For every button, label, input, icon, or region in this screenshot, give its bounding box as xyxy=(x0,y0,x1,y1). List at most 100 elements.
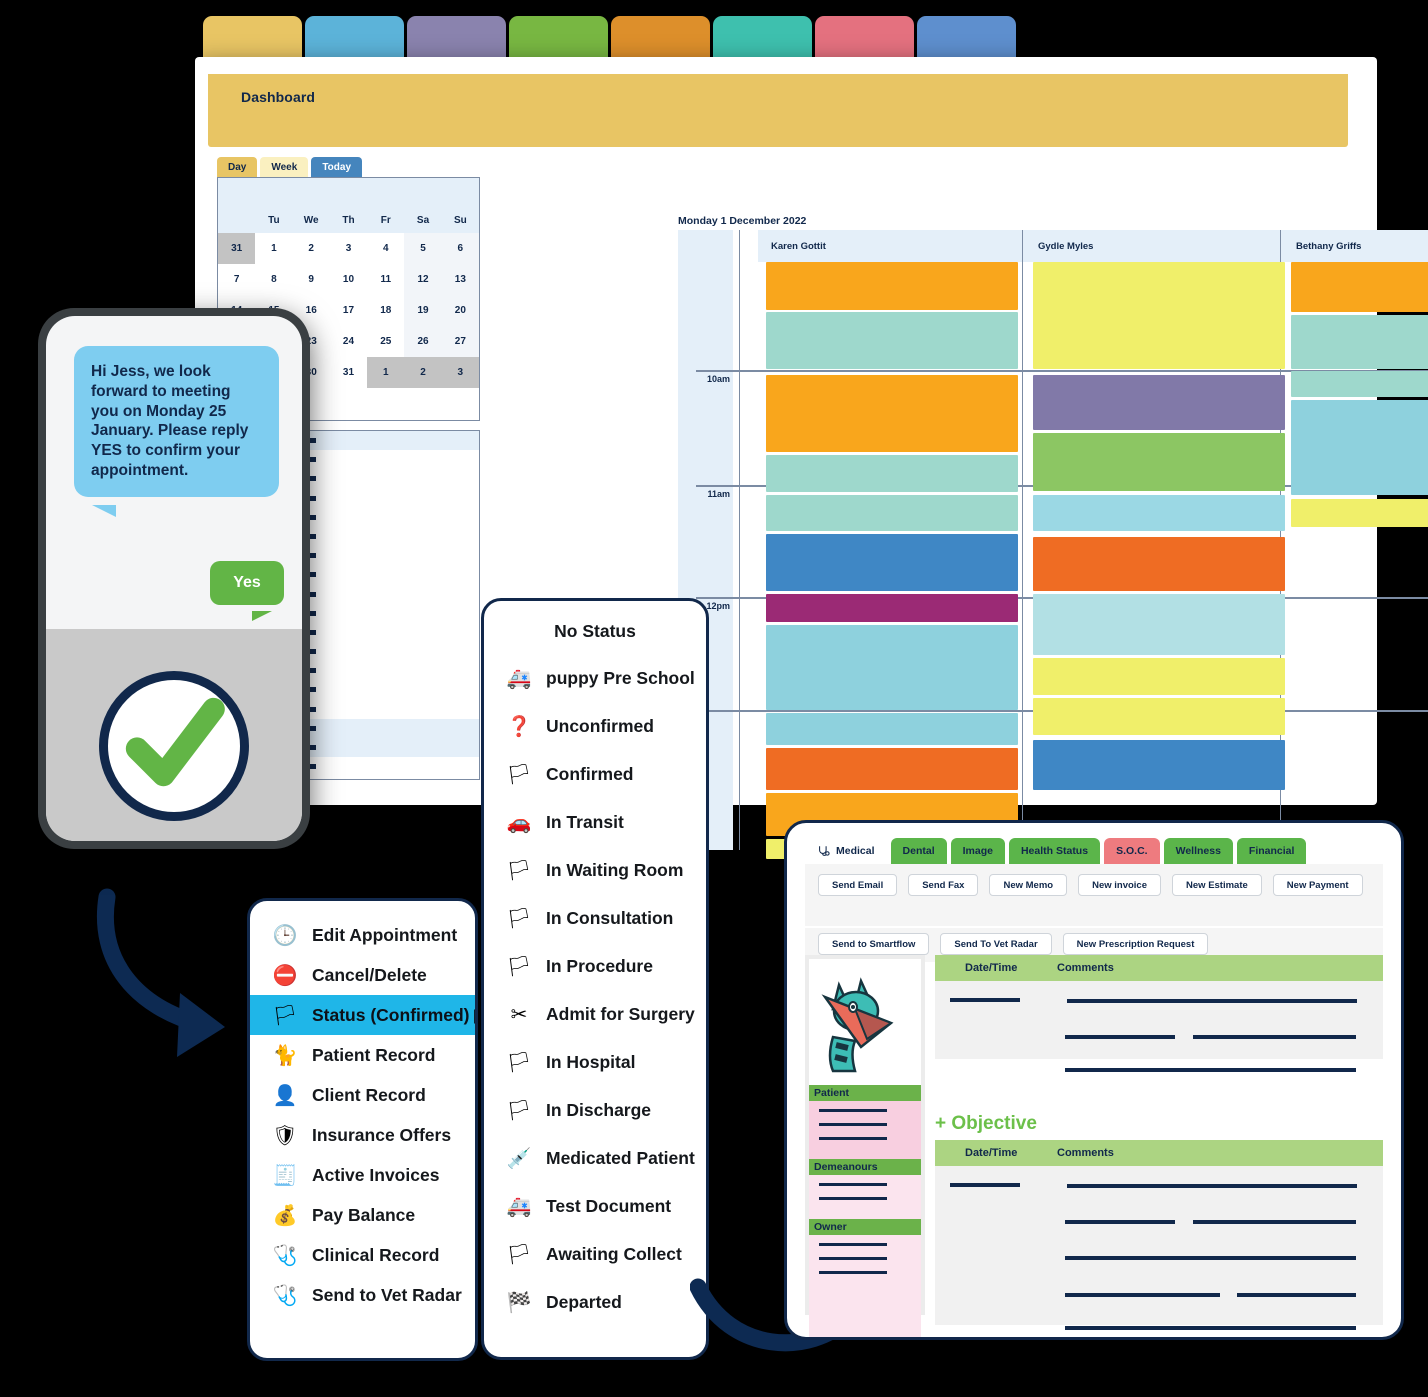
appointment-block[interactable] xyxy=(1033,433,1285,491)
tab-purple[interactable] xyxy=(407,16,506,58)
view-button-week[interactable]: Week xyxy=(260,157,309,177)
appointment-block[interactable] xyxy=(766,625,1018,710)
appointment-block[interactable] xyxy=(766,262,1018,310)
tab-steel[interactable] xyxy=(917,16,1016,58)
calendar-day-8[interactable]: 8 xyxy=(255,264,292,295)
record-button-new-invoice[interactable]: New invoice xyxy=(1078,874,1162,896)
status-item-in-discharge[interactable]: 🏳 In Discharge xyxy=(484,1086,706,1134)
appointment-block[interactable] xyxy=(766,594,1018,622)
appointment-block[interactable] xyxy=(1291,315,1428,369)
status-item-in-hospital[interactable]: 🏳 In Hospital xyxy=(484,1038,706,1086)
tab-amber[interactable] xyxy=(203,16,302,58)
calendar-day-19[interactable]: 19 xyxy=(404,295,442,326)
record-tab-financial[interactable]: Financial xyxy=(1236,838,1307,864)
tab-blue[interactable] xyxy=(305,16,404,58)
calendar-day-2[interactable]: 2 xyxy=(404,357,442,388)
record-tab-medical[interactable]: Medical xyxy=(805,838,887,864)
calendar-day-11[interactable]: 11 xyxy=(367,264,404,295)
appointment-block[interactable] xyxy=(1033,375,1285,430)
appointment-block[interactable] xyxy=(1291,400,1428,495)
calendar-day-13[interactable]: 13 xyxy=(441,264,479,295)
status-item-in-procedure[interactable]: 🏳 In Procedure xyxy=(484,942,706,990)
record-button-send-fax[interactable]: Send Fax xyxy=(908,874,979,896)
appointment-block[interactable] xyxy=(1291,371,1428,397)
record-button-send-to-vet-radar[interactable]: Send To Vet Radar xyxy=(940,933,1052,955)
calendar-day-5[interactable]: 5 xyxy=(404,233,442,264)
record-tab-image[interactable]: Image xyxy=(950,838,1005,864)
appointment-block[interactable] xyxy=(766,495,1018,531)
calendar-day-1[interactable]: 1 xyxy=(255,233,292,264)
appointment-block[interactable] xyxy=(766,375,1018,452)
menu-item-edit-appointment[interactable]: 🕒 Edit Appointment xyxy=(250,915,475,955)
view-button-day[interactable]: Day xyxy=(217,157,258,177)
calendar-day-17[interactable]: 17 xyxy=(330,295,367,326)
status-item-test-document[interactable]: 🚑 Test Document xyxy=(484,1182,706,1230)
record-button-send-to-smartflow[interactable]: Send to Smartflow xyxy=(818,933,930,955)
record-tab-health-status[interactable]: Health Status xyxy=(1008,838,1101,864)
calendar-day-31[interactable]: 31 xyxy=(330,357,367,388)
appointment-block[interactable] xyxy=(1033,495,1285,531)
calendar-day-18[interactable]: 18 xyxy=(367,295,404,326)
record-button-new-prescription-request[interactable]: New Prescription Request xyxy=(1062,933,1209,955)
record-button-new-payment[interactable]: New Payment xyxy=(1272,874,1363,896)
calendar-day-7[interactable]: 7 xyxy=(218,264,255,295)
record-tab-s-o-c[interactable]: S.O.C. xyxy=(1104,838,1160,864)
calendar-day-20[interactable]: 20 xyxy=(441,295,479,326)
status-item-in-transit[interactable]: 🚗 In Transit xyxy=(484,798,706,846)
appointment-block[interactable] xyxy=(1033,658,1285,695)
menu-item-status-confirmed[interactable]: 🏳 Status (Confirmed) ▶ xyxy=(250,995,475,1035)
calendar-day-10[interactable]: 10 xyxy=(330,264,367,295)
menu-item-insurance-offers[interactable]: 🛡 Insurance Offers xyxy=(250,1115,475,1155)
status-item-in-waiting-room[interactable]: 🏳 In Waiting Room xyxy=(484,846,706,894)
calendar-day-25[interactable]: 25 xyxy=(367,326,404,357)
calendar-day-6[interactable]: 6 xyxy=(441,233,479,264)
appointment-block[interactable] xyxy=(1033,537,1285,591)
record-tab-dental[interactable]: Dental xyxy=(890,838,947,864)
calendar-day-2[interactable]: 2 xyxy=(293,233,330,264)
appointment-block[interactable] xyxy=(1033,740,1285,790)
appointment-block[interactable] xyxy=(766,713,1018,745)
menu-item-clinical-record[interactable]: 🩺 Clinical Record xyxy=(250,1235,475,1275)
record-button-send-email[interactable]: Send Email xyxy=(818,874,898,896)
appointment-block[interactable] xyxy=(766,534,1018,591)
calendar-day-1[interactable]: 1 xyxy=(367,357,405,388)
status-item-medicated-patient[interactable]: 💉 Medicated Patient xyxy=(484,1134,706,1182)
status-item-in-consultation[interactable]: 🏳 In Consultation xyxy=(484,894,706,942)
status-item-departed[interactable]: 🏁 Departed xyxy=(484,1278,706,1326)
calendar-day-26[interactable]: 26 xyxy=(404,326,442,357)
menu-item-client-record[interactable]: 👤 Client Record xyxy=(250,1075,475,1115)
record-button-new-memo[interactable]: New Memo xyxy=(989,874,1068,896)
record-tab-wellness[interactable]: Wellness xyxy=(1163,838,1233,864)
calendar-day-9[interactable]: 9 xyxy=(293,264,330,295)
status-item-unconfirmed[interactable]: ❓ Unconfirmed xyxy=(484,702,706,750)
status-item-puppy-pre-school[interactable]: 🚑 puppy Pre School xyxy=(484,654,706,702)
menu-item-pay-balance[interactable]: 💰 Pay Balance xyxy=(250,1195,475,1235)
sms-reply-bubble[interactable]: Yes xyxy=(210,561,284,621)
tab-dashboard[interactable]: Dashboard xyxy=(208,74,349,119)
appointment-block[interactable] xyxy=(766,455,1018,492)
view-button-today[interactable]: Today xyxy=(311,157,363,177)
calendar-day-4[interactable]: 4 xyxy=(367,233,404,264)
appointment-block[interactable] xyxy=(1033,594,1285,655)
calendar-day-24[interactable]: 24 xyxy=(330,326,367,357)
status-submenu[interactable]: No Status 🚑 puppy Pre School ❓ Unconfirmed 🏳… xyxy=(481,598,709,1360)
menu-item-cancel-delete[interactable]: ⛔ Cancel/Delete xyxy=(250,955,475,995)
menu-item-patient-record[interactable]: 🐈 Patient Record xyxy=(250,1035,475,1075)
tab-orange[interactable] xyxy=(611,16,710,58)
status-item-awaiting-collect[interactable]: 🏳 Awaiting Collect xyxy=(484,1230,706,1278)
calendar-day-3[interactable]: 3 xyxy=(330,233,367,264)
menu-item-active-invoices[interactable]: 🧾 Active Invoices xyxy=(250,1155,475,1195)
appointment-block[interactable] xyxy=(1291,499,1428,527)
calendar-day-27[interactable]: 27 xyxy=(441,326,479,357)
calendar-day-3[interactable]: 3 xyxy=(441,357,479,388)
appointment-block[interactable] xyxy=(1033,262,1285,369)
calendar-day-31[interactable]: 31 xyxy=(218,233,256,264)
menu-item-send-to-vet-radar[interactable]: 🩺 Send to Vet Radar xyxy=(250,1275,475,1315)
appointment-block[interactable] xyxy=(1033,698,1285,735)
record-button-new-estimate[interactable]: New Estimate xyxy=(1172,874,1262,896)
calendar-day-12[interactable]: 12 xyxy=(404,264,442,295)
appointment-block[interactable] xyxy=(766,748,1018,790)
status-item-admit-for-surgery[interactable]: ✂ Admit for Surgery xyxy=(484,990,706,1038)
tab-green[interactable] xyxy=(509,16,608,58)
status-item-confirmed[interactable]: 🏳 Confirmed xyxy=(484,750,706,798)
